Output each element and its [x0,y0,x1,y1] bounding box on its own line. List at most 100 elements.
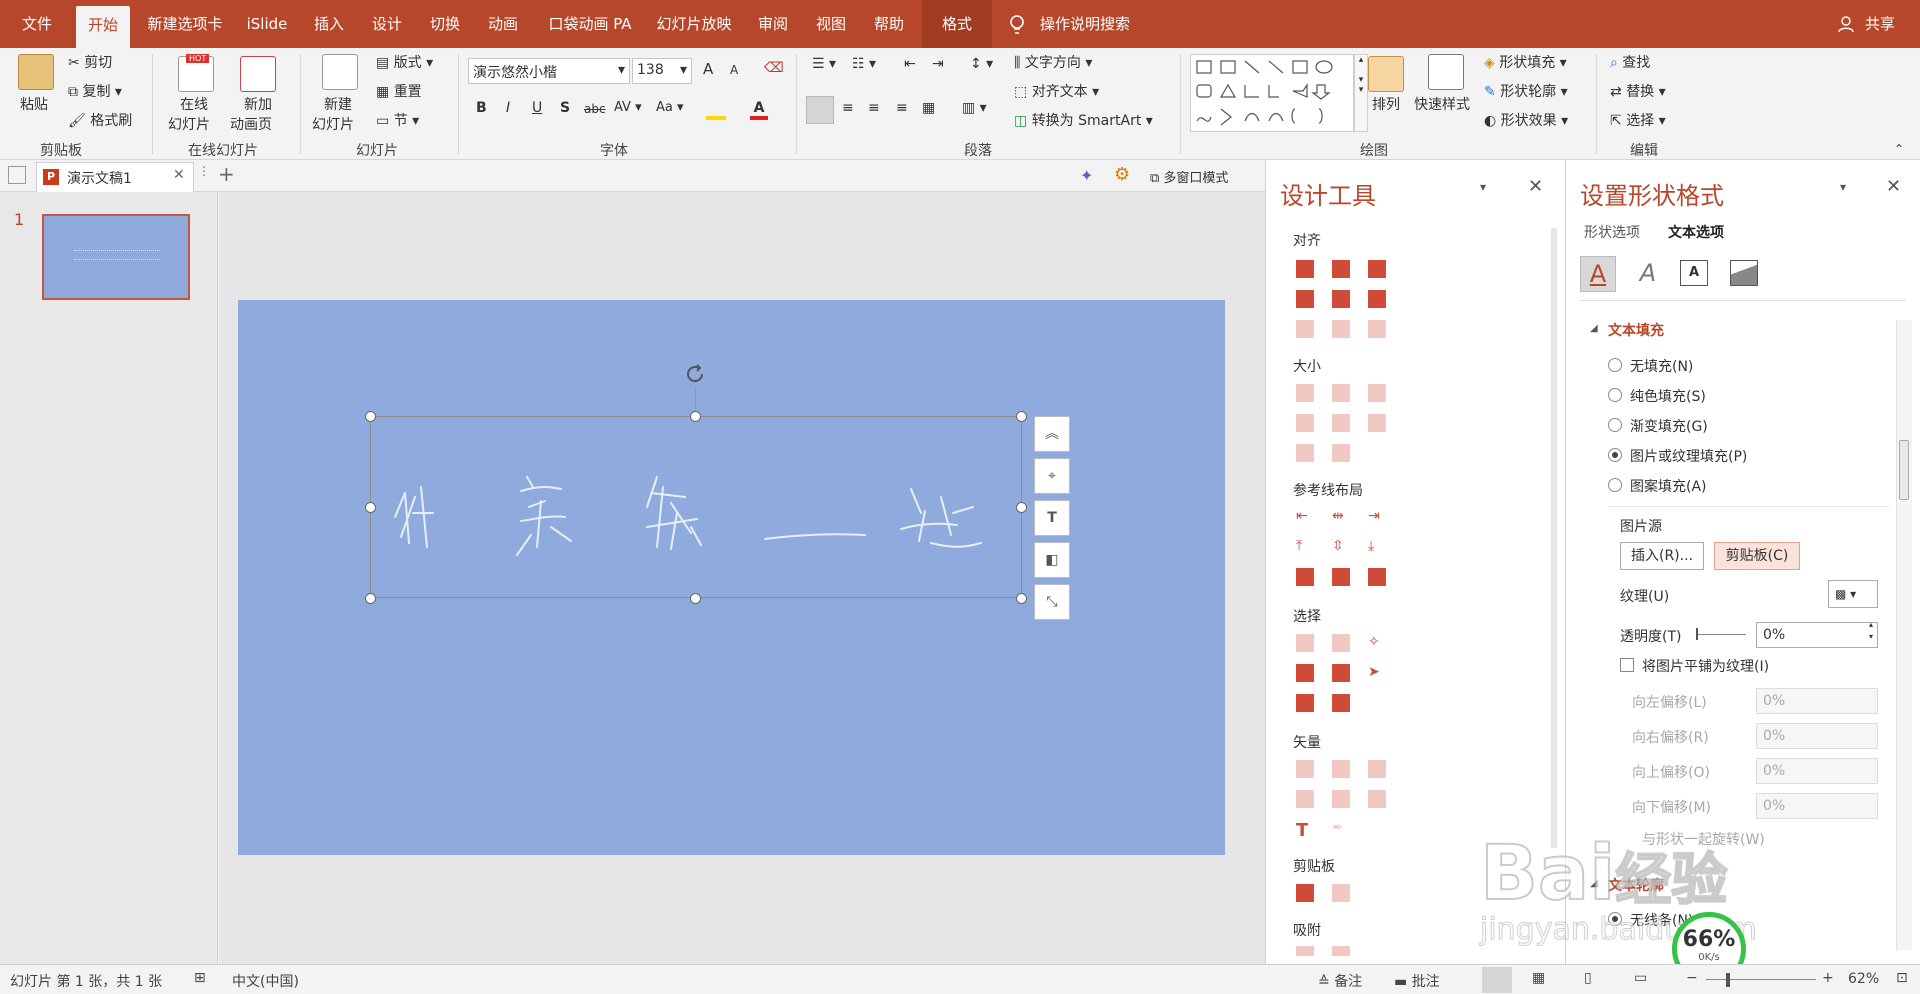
collapse-ribbon-icon[interactable]: ⌃ [1894,142,1904,156]
close-icon[interactable]: ✕ [1886,176,1901,197]
layout-button[interactable]: ▤ 版式 ▾ [376,52,433,72]
tab-shape-options[interactable]: 形状选项 [1584,222,1640,242]
tile-checkbox[interactable] [1620,658,1634,672]
distribute-v-icon[interactable] [1332,320,1350,338]
clipboard-picture-button[interactable]: 剪贴板(C) [1714,542,1800,570]
distribute-grid-icon[interactable] [1368,320,1386,338]
tab-pocket-anim[interactable]: 口袋动画 PA [540,0,640,48]
transparency-input[interactable]: 0% ▴ ▾ [1756,620,1878,648]
clear-format-icon[interactable]: ⌫ [764,60,784,76]
columns-icon[interactable]: ▥ ▾ [962,100,987,116]
tab-transitions[interactable]: 切换 [420,0,470,48]
align-left-icon[interactable] [1296,260,1314,278]
reset-button[interactable]: ▦ 重置 [376,81,422,101]
format-painter-button[interactable]: 🖌 格式刷 [68,110,132,130]
multi-window-button[interactable]: ⧉ 多窗口模式 [1150,167,1228,186]
tab-animations[interactable]: 动画 [478,0,528,48]
italic-button[interactable]: I [506,100,510,116]
quick-styles-button[interactable]: 快速样式 [1414,94,1470,114]
size-match-w-icon[interactable] [1296,414,1314,432]
new-tab-icon[interactable]: + [218,162,235,186]
bullets-icon[interactable]: ☰ ▾ [812,56,836,72]
zoom-level[interactable]: 62% [1848,971,1879,987]
select-back-icon[interactable] [1332,664,1350,682]
magic-wand-icon[interactable]: ✧ [1368,634,1386,652]
collapse-up-icon[interactable]: ︽ [1034,416,1070,452]
pane-options-icon[interactable]: ▾ [1480,180,1486,194]
text-effects-icon[interactable]: A [1630,256,1666,292]
select-button[interactable]: ⇱ 选择 ▾ [1610,110,1666,130]
document-tab[interactable]: P 演示文稿1 ✕ [36,162,194,192]
size-width-icon[interactable] [1296,384,1314,402]
tab-design[interactable]: 设计 [362,0,412,48]
distribute-icon[interactable]: ▦ [922,100,935,116]
line-spacing-icon[interactable]: ↕ ▾ [970,56,993,72]
fill-pattern-radio[interactable] [1608,478,1622,492]
vector-split-icon[interactable] [1368,790,1386,808]
font-name-select[interactable]: 演示悠然小楷 ▾ [468,58,630,84]
tab-menu-icon[interactable]: ⋮ [198,164,210,178]
reading-view-icon[interactable]: ▯ [1584,970,1592,986]
offset-bottom-input[interactable]: 0% [1756,793,1878,819]
magic-icon[interactable]: ✦ [1080,166,1098,185]
align-left-icon[interactable] [806,96,834,124]
sorter-view-icon[interactable]: ▦ [1532,970,1545,986]
section-button[interactable]: ▭ 节 ▾ [376,110,419,130]
arrange-button[interactable]: 排列 [1372,94,1400,114]
select-same-icon[interactable] [1296,634,1314,652]
slider-thumb[interactable] [1696,628,1698,640]
normal-view-icon[interactable] [1482,967,1512,993]
new-slide-icon[interactable] [322,54,358,90]
font-color-icon[interactable]: A [750,100,768,120]
insert-picture-button[interactable]: 插入(R)... [1620,542,1704,570]
vector-combine-icon[interactable] [1332,760,1350,778]
smartart-button[interactable]: ◫ 转换为 SmartArt ▾ [1014,110,1153,130]
select-group-icon[interactable] [1332,634,1350,652]
text-format-icon[interactable]: T [1034,500,1070,536]
guide-bottom-icon[interactable]: ⤓ [1368,538,1386,556]
justify-icon[interactable]: ≡ [896,100,908,116]
slide-thumbnail[interactable] [42,214,190,300]
share-button[interactable]: 共享 [1860,0,1900,48]
close-tab-icon[interactable]: ✕ [173,167,185,183]
guide-right-icon[interactable]: ⇥ [1368,508,1386,526]
select-cursor-icon[interactable]: ➤ [1368,664,1386,682]
align-center-icon[interactable] [1332,260,1350,278]
zoom-in-icon[interactable]: + [1822,970,1834,986]
pane-scrollbar[interactable] [1896,320,1912,950]
tab-help[interactable]: 帮助 [864,0,914,48]
align-top-icon[interactable] [1296,290,1314,308]
copy-button[interactable]: ⧉ 复制 ▾ [68,81,122,101]
resize-handle-nw[interactable] [365,411,376,422]
quick-styles-icon[interactable] [1428,54,1464,90]
spellcheck-icon[interactable]: ⊞ [194,970,206,986]
comments-button[interactable]: ▬ 批注 [1394,971,1440,991]
guide-h-icon[interactable] [1296,568,1314,586]
text-fill-header[interactable]: 文本填充 [1608,320,1664,340]
new-anim-label[interactable]: 新加 [244,94,272,114]
crop-icon[interactable]: ⤡ [1034,584,1070,620]
vector-union-icon[interactable] [1296,760,1314,778]
align-middle-icon[interactable] [1332,290,1350,308]
snap-grid-icon[interactable] [1332,946,1350,956]
fill-none-radio[interactable] [1608,358,1622,372]
vector-fragment-icon[interactable] [1368,760,1386,778]
guide-middle-icon[interactable]: ⇳ [1332,538,1350,556]
size-match-h-icon[interactable] [1332,414,1350,432]
tab-view[interactable]: 视图 [806,0,856,48]
rotate-handle-icon[interactable] [683,362,707,386]
new-anim-label2[interactable]: 动画页 [230,114,272,134]
resize-handle-e[interactable] [1016,502,1027,513]
shape-style-icon[interactable]: ◧ [1034,542,1070,578]
tab-file[interactable]: 文件 [12,0,62,48]
guide-left-icon[interactable]: ⇤ [1296,508,1314,526]
language-status[interactable]: 中文(中国) [232,971,299,991]
close-icon[interactable]: ✕ [1528,176,1543,197]
collapse-arrow-icon[interactable]: ◢ [1590,323,1598,334]
align-bottom-icon[interactable] [1368,290,1386,308]
text-direction-button[interactable]: ⫼ 文字方向 ▾ [1014,52,1092,72]
online-slide-label[interactable]: 在线 [180,94,208,114]
guide-center-icon[interactable]: ⇹ [1332,508,1350,526]
grow-font-button[interactable]: A [703,60,713,78]
offset-top-input[interactable]: 0% [1756,758,1878,784]
